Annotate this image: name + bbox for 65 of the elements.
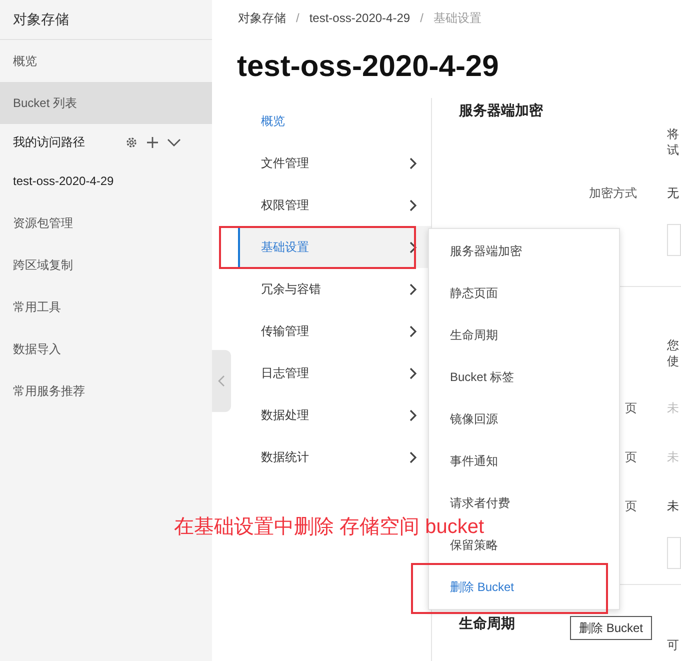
- breadcrumb-separator: /: [419, 10, 424, 27]
- chevron-left-icon: [218, 375, 225, 387]
- menu-item[interactable]: 服务器端加密: [429, 241, 619, 261]
- collapse-handle[interactable]: [212, 350, 231, 412]
- field-value: 未: [667, 400, 679, 417]
- menu-item[interactable]: 请求者付费: [429, 493, 619, 513]
- chevron-right-icon: [409, 240, 417, 254]
- field-value: 未: [667, 449, 679, 466]
- input-field[interactable]: [667, 224, 681, 256]
- chevron-right-icon: [409, 324, 417, 338]
- field-label: 加密方式: [589, 185, 637, 202]
- section-title: 生命周期: [459, 614, 515, 632]
- sidebar-title: 对象存储: [0, 0, 212, 40]
- chevron-right-icon: [409, 156, 417, 170]
- breadcrumb-separator: /: [295, 10, 300, 27]
- sidebar-item[interactable]: 跨区域复制: [0, 244, 212, 286]
- breadcrumb-link[interactable]: test-oss-2020-4-29: [309, 9, 410, 27]
- plus-icon[interactable]: [146, 136, 159, 148]
- input-field[interactable]: [667, 537, 681, 569]
- tooltip: 删除 Bucket: [570, 616, 652, 640]
- section-title: 服务器端加密: [459, 100, 543, 120]
- sidebar-item[interactable]: 常用服务推荐: [0, 370, 212, 412]
- nav-item[interactable]: 冗余与容错: [238, 268, 431, 310]
- chevron-right-icon: [409, 282, 417, 296]
- field-value: 未: [667, 498, 679, 515]
- menu-item[interactable]: 删除 Bucket: [429, 577, 619, 597]
- nav-item[interactable]: 日志管理: [238, 352, 431, 394]
- sidebar-item[interactable]: 资源包管理: [0, 202, 212, 244]
- section-label: 我的访问路径: [13, 134, 86, 151]
- description-text: 使: [667, 353, 680, 369]
- sidebar-item[interactable]: test-oss-2020-4-29: [0, 160, 212, 202]
- menu-item[interactable]: 静态页面: [429, 283, 619, 303]
- description-text: 您: [667, 337, 680, 353]
- settings-icon[interactable]: [125, 136, 138, 148]
- description-text: 试: [667, 142, 680, 158]
- menu-item[interactable]: 镜像回源: [429, 409, 619, 429]
- chevron-right-icon: [409, 408, 417, 422]
- description-text: 将: [667, 126, 680, 142]
- sidebar-item[interactable]: 概览: [0, 40, 212, 82]
- field-value: 无: [667, 185, 679, 202]
- sidebar-item[interactable]: 数据导入: [0, 328, 212, 370]
- nav-item[interactable]: 数据统计: [238, 436, 431, 478]
- field-label: 页: [625, 400, 637, 417]
- sidebar-item[interactable]: 常用工具: [0, 286, 212, 328]
- field-label: 页: [625, 449, 637, 466]
- menu-item[interactable]: 事件通知: [429, 451, 619, 471]
- menu-item[interactable]: 保留策略: [429, 535, 619, 555]
- nav-item[interactable]: 文件管理: [238, 142, 431, 184]
- chevron-right-icon: [409, 450, 417, 464]
- breadcrumb-link[interactable]: 对象存储: [238, 9, 286, 27]
- menu-item[interactable]: Bucket 标签: [429, 367, 619, 387]
- nav-item[interactable]: 权限管理: [238, 184, 431, 226]
- sidebar-item[interactable]: Bucket 列表: [0, 82, 212, 124]
- nav-item[interactable]: 传输管理: [238, 310, 431, 352]
- chevron-right-icon: [409, 198, 417, 212]
- nav-item[interactable]: 数据处理: [238, 394, 431, 436]
- page-title: test-oss-2020-4-29: [237, 48, 500, 84]
- field-label: 页: [625, 498, 637, 515]
- annotation-text: 在基础设置中删除 存储空间 bucket: [174, 516, 484, 538]
- menu-item[interactable]: 生命周期: [429, 325, 619, 345]
- nav-item[interactable]: 概览: [238, 100, 431, 142]
- description-text: 可: [667, 637, 680, 653]
- chevron-right-icon: [409, 366, 417, 380]
- chevron-down-icon[interactable]: [167, 138, 181, 146]
- nav-item[interactable]: 基础设置: [238, 226, 431, 268]
